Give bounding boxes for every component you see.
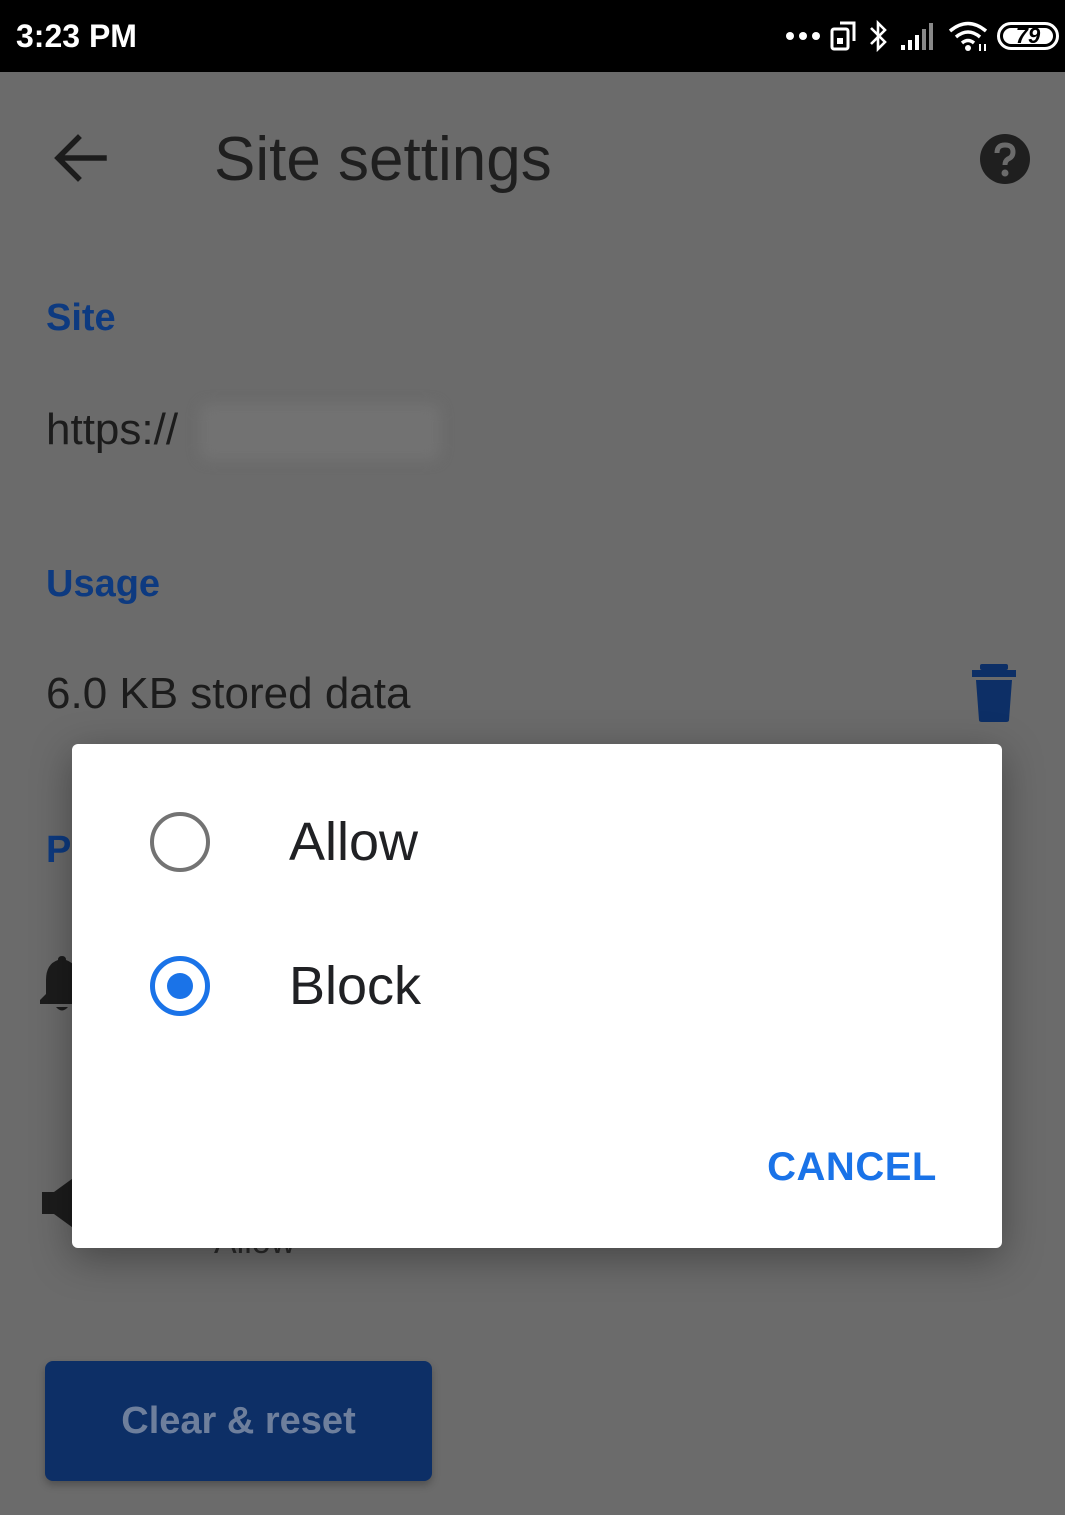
- blurred-domain: [200, 404, 440, 460]
- bluetooth-icon: [870, 19, 887, 53]
- back-button[interactable]: [48, 130, 114, 186]
- site-url: https://: [46, 405, 179, 454]
- clear-reset-button[interactable]: Clear & reset: [45, 1361, 432, 1481]
- radio-block[interactable]: [150, 956, 210, 1016]
- option-block[interactable]: Block: [72, 926, 1002, 1046]
- option-allow-label: Allow: [289, 812, 419, 872]
- signal-icon: [901, 23, 933, 50]
- delete-data-button[interactable]: [966, 662, 1022, 724]
- arrow-left-icon: [54, 134, 107, 182]
- more-dots-icon: [786, 32, 820, 40]
- screen: 3:23 PM 79 Site settings Site https:// U…: [0, 0, 1065, 1515]
- radio-selected-dot: [167, 973, 193, 999]
- option-block-label: Block: [289, 956, 422, 1016]
- section-header-usage: Usage: [46, 563, 161, 605]
- screen-rotate-icon: [830, 21, 856, 51]
- section-header-permissions: P: [46, 829, 72, 871]
- help-circle-icon: [980, 134, 1030, 184]
- help-button[interactable]: [978, 132, 1032, 186]
- radio-allow[interactable]: [150, 812, 210, 872]
- section-header-site: Site: [46, 297, 116, 339]
- page-title: Site settings: [214, 125, 552, 194]
- status-time: 3:23 PM: [16, 18, 137, 54]
- toolbar: Site settings: [0, 72, 1065, 242]
- stored-data-label: 6.0 KB stored data: [46, 669, 411, 718]
- status-bar: 3:23 PM 79: [0, 0, 1065, 72]
- status-icons: 79: [785, 14, 1059, 58]
- permission-dialog: Allow Block CANCEL: [72, 744, 1002, 1248]
- wifi-icon: [948, 21, 988, 51]
- battery-level: 79: [1015, 23, 1041, 48]
- battery-icon: 79: [997, 22, 1059, 50]
- trash-icon: [972, 664, 1016, 722]
- cancel-button[interactable]: CANCEL: [752, 1132, 952, 1202]
- option-allow[interactable]: Allow: [72, 782, 1002, 902]
